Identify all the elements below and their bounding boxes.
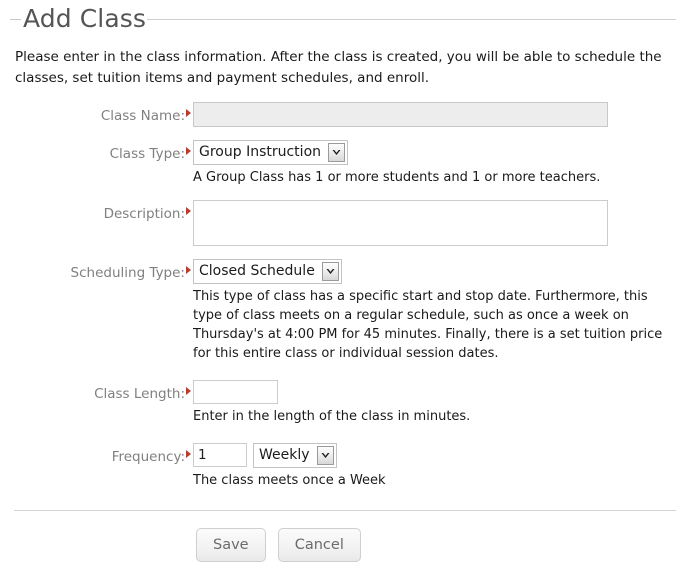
required-triangle-icon — [185, 140, 193, 155]
chevron-down-icon[interactable] — [316, 446, 334, 465]
class-name-field-col — [193, 102, 683, 127]
frequency-controls: Weekly — [193, 443, 683, 468]
class-type-selected-value: Group Instruction — [199, 144, 322, 160]
intro-text: Please enter in the class information. A… — [15, 49, 662, 86]
save-button[interactable]: Save — [196, 528, 266, 562]
cancel-button[interactable]: Cancel — [277, 528, 361, 562]
form-actions: Save Cancel — [0, 511, 683, 562]
class-name-label: Class Name: — [100, 108, 185, 124]
chevron-down-icon[interactable] — [321, 262, 339, 281]
required-triangle-icon — [185, 259, 193, 274]
required-triangle-icon — [185, 443, 193, 458]
frequency-period-selected-value: Weekly — [259, 447, 310, 463]
description-textarea[interactable] — [193, 200, 608, 246]
form-row-scheduling-type: Scheduling Type: Closed Schedule This ty… — [0, 259, 683, 363]
class-type-label: Class Type: — [109, 146, 185, 162]
required-triangle-icon — [185, 380, 193, 395]
scheduling-type-selected-value: Closed Schedule — [199, 263, 315, 279]
description-field-col — [193, 200, 683, 246]
add-class-form: Class Name: Class Type: Group Instructio… — [0, 102, 683, 490]
class-length-help: Enter in the length of the class in minu… — [193, 409, 471, 424]
class-length-label: Class Length: — [94, 386, 185, 402]
form-row-class-type: Class Type: Group Instruction A Group Cl… — [0, 140, 683, 187]
form-row-class-length: Class Length: Enter in the length of the… — [0, 380, 683, 426]
class-type-field-col: Group Instruction A Group Class has 1 or… — [193, 140, 683, 187]
form-row-frequency: Frequency: Weekly The class meets once a… — [0, 443, 683, 490]
frequency-help: The class meets once a Week — [193, 473, 386, 488]
scheduling-type-select[interactable]: Closed Schedule — [193, 259, 342, 284]
chevron-down-icon[interactable] — [328, 143, 346, 162]
class-name-input[interactable] — [193, 102, 608, 127]
required-triangle-icon — [185, 102, 193, 117]
class-length-field-col: Enter in the length of the class in minu… — [193, 380, 683, 426]
page-header: Add Class — [0, 0, 683, 40]
frequency-period-select[interactable]: Weekly — [253, 443, 337, 468]
page-title: Add Class — [23, 4, 147, 33]
required-triangle-icon — [185, 200, 193, 215]
class-length-input[interactable] — [193, 380, 278, 404]
scheduling-type-help: This type of class has a specific start … — [193, 289, 663, 361]
class-type-select[interactable]: Group Instruction — [193, 140, 349, 165]
class-type-help: A Group Class has 1 or more students and… — [193, 170, 601, 185]
header-left-dash — [10, 19, 21, 20]
scheduling-type-label: Scheduling Type: — [70, 265, 185, 281]
form-row-class-name: Class Name: — [0, 102, 683, 127]
header-rule — [147, 19, 676, 20]
scheduling-type-field-col: Closed Schedule This type of class has a… — [193, 259, 683, 363]
frequency-field-col: Weekly The class meets once a Week — [193, 443, 683, 490]
form-row-description: Description: — [0, 200, 683, 246]
frequency-count-input[interactable] — [193, 443, 247, 467]
description-label: Description: — [103, 206, 185, 222]
frequency-label: Frequency: — [111, 449, 185, 465]
